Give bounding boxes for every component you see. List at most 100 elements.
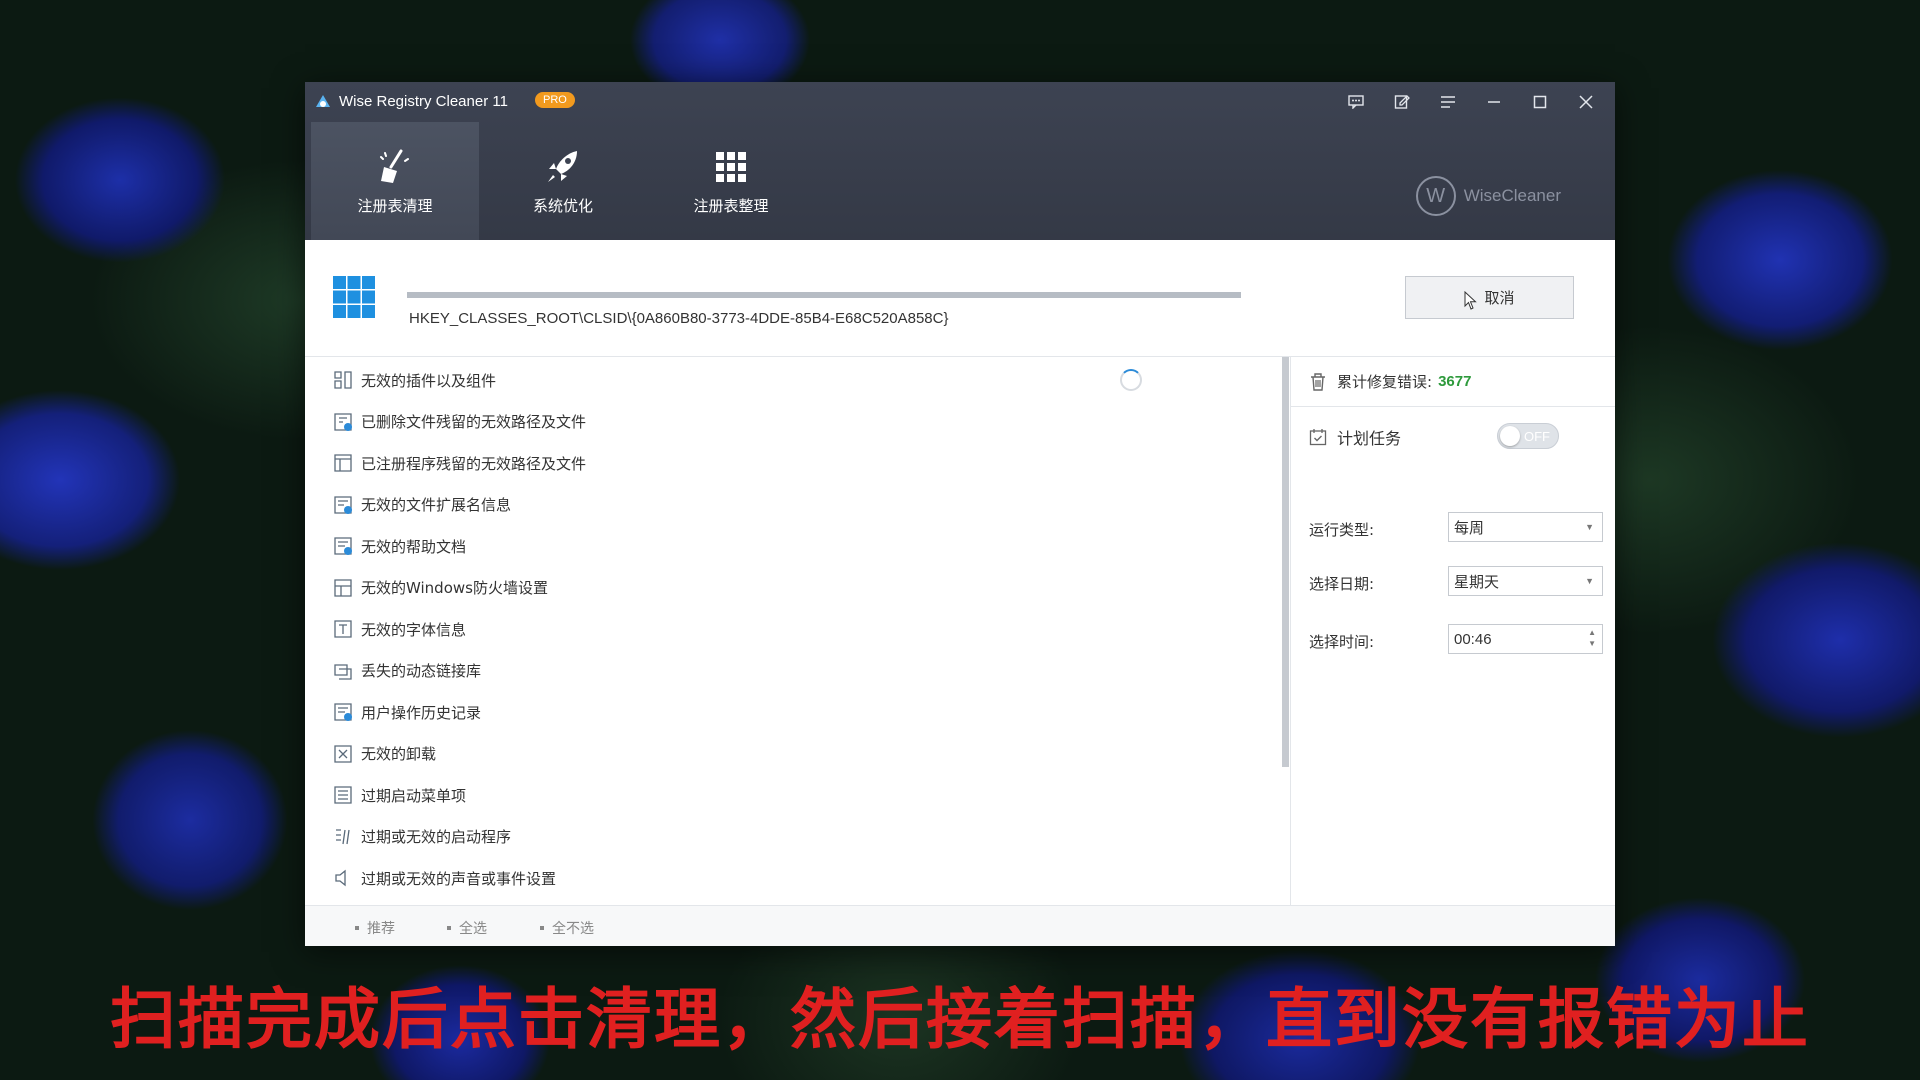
- category-list: 无效的插件以及组件已删除文件残留的无效路径及文件 已注册程序残留的无效路径及文件无…: [305, 357, 1282, 905]
- category-label: 过期或无效的声音或事件设置: [361, 869, 557, 888]
- chevron-down-icon: ▼: [1585, 522, 1594, 532]
- category-item[interactable]: 无效的字体信息: [333, 612, 466, 646]
- category-item[interactable]: 过期或无效的声音或事件设置: [333, 861, 556, 895]
- cancel-button[interactable]: 取消: [1405, 276, 1574, 319]
- category-icon: [333, 661, 353, 681]
- minimize-icon[interactable]: [1473, 86, 1515, 118]
- category-label: 已注册程序残留的无效路径及文件: [361, 454, 587, 473]
- category-icon: [333, 702, 353, 722]
- select-none-label: 全不选: [552, 921, 594, 937]
- title-row: Wise Registry Cleaner 11 PRO: [305, 82, 1615, 122]
- category-label: 无效的字体信息: [361, 620, 467, 639]
- scan-path: HKEY_CLASSES_ROOT\CLSID\{0A860B80-3773-4…: [409, 310, 949, 327]
- category-icon: [333, 619, 353, 639]
- grid-icon: [716, 151, 746, 182]
- category-item[interactable]: 用户操作历史记录: [333, 695, 481, 729]
- run-type-value: 每周: [1454, 519, 1485, 537]
- category-item[interactable]: 过期启动菜单项: [333, 778, 466, 812]
- time-label: 选择时间:: [1309, 633, 1375, 651]
- scan-header: HKEY_CLASSES_ROOT\CLSID\{0A860B80-3773-4…: [305, 240, 1615, 357]
- tab-registry-defrag[interactable]: 注册表整理: [647, 122, 815, 240]
- category-icon: [333, 495, 353, 515]
- select-recommended-link[interactable]: 推荐: [355, 918, 395, 938]
- category-item[interactable]: 无效的插件以及组件: [333, 363, 496, 397]
- category-icon: [333, 785, 353, 805]
- category-label: 丢失的动态链接库: [361, 662, 482, 680]
- total-errors-label: 累计修复错误:: [1337, 373, 1433, 391]
- feedback-icon[interactable]: [1381, 86, 1423, 118]
- total-errors-count: 3677: [1438, 373, 1472, 390]
- broom-icon: [380, 149, 409, 183]
- bullet-icon: [447, 926, 451, 930]
- app-title: Wise Registry Cleaner 11: [339, 93, 508, 110]
- schedule-toggle[interactable]: OFF: [1497, 423, 1559, 449]
- select-all-label: 全选: [459, 921, 487, 937]
- video-caption: 扫描完成后点击清理，然后接着扫描，直到没有报错为止: [110, 981, 1810, 1058]
- maximize-icon[interactable]: [1519, 86, 1561, 118]
- bullet-icon: [540, 926, 544, 930]
- chevron-down-icon: ▼: [1585, 576, 1594, 586]
- category-item[interactable]: 无效的文件扩展名信息: [333, 488, 511, 522]
- run-type-select[interactable]: 每周 ▼: [1448, 512, 1603, 542]
- select-none-link[interactable]: 全不选: [540, 918, 594, 938]
- app-logo-icon: [316, 95, 330, 107]
- brand-name: WiseCleaner: [1463, 186, 1561, 205]
- category-item[interactable]: 无效的卸载: [333, 737, 436, 771]
- run-type-label: 运行类型:: [1309, 521, 1375, 539]
- category-item[interactable]: 无效的帮助文档: [333, 529, 466, 563]
- spin-arrows-icon[interactable]: ▲ ▼: [1588, 627, 1596, 649]
- category-label: 无效的Windows防火墙设置: [361, 579, 548, 597]
- schedule-label: 计划任务: [1337, 429, 1402, 448]
- category-label: 无效的文件扩展名信息: [361, 496, 512, 514]
- tab-label: 注册表清理: [357, 196, 433, 215]
- toggle-state: OFF: [1524, 428, 1550, 444]
- category-icon: [333, 412, 353, 432]
- category-item[interactable]: 丢失的动态链接库: [333, 654, 481, 688]
- rocket-icon: [548, 150, 577, 182]
- toggle-knob: [1500, 426, 1520, 446]
- total-errors-row: 累计修复错误: 3677: [1291, 357, 1615, 407]
- category-icon: [333, 744, 353, 764]
- category-item[interactable]: 无效的Windows防火墙设置: [333, 571, 548, 605]
- category-label: 已删除文件残留的无效路径及文件: [361, 413, 587, 431]
- bullet-icon: [355, 926, 359, 930]
- cancel-label: 取消: [1484, 289, 1515, 307]
- recommended-label: 推荐: [367, 921, 395, 937]
- tab-system-optimize[interactable]: 系统优化: [479, 122, 647, 240]
- category-label: 过期启动菜单项: [361, 786, 467, 805]
- scan-progress-bar: [407, 292, 1241, 298]
- category-label: 用户操作历史记录: [361, 703, 482, 722]
- main-nav: 注册表清理 系统优化 注册表整理: [311, 122, 815, 240]
- windows-logo-icon: [333, 276, 375, 318]
- app-window: Wise Registry Cleaner 11 PRO 注册表清理 系统优化 …: [305, 82, 1615, 946]
- menu-icon[interactable]: [1427, 86, 1469, 118]
- time-value: 00:46: [1454, 630, 1492, 648]
- category-item[interactable]: 已删除文件残留的无效路径及文件: [333, 405, 586, 439]
- tab-registry-cleaner[interactable]: 注册表清理: [311, 122, 479, 240]
- wisecleaner-logo-icon: W: [1415, 176, 1456, 216]
- message-icon[interactable]: [1335, 86, 1377, 118]
- schedule-row: 计划任务 OFF: [1309, 423, 1599, 451]
- trash-icon: [1311, 372, 1325, 391]
- category-label: 无效的卸载: [361, 745, 437, 763]
- loading-spinner-icon: [1120, 369, 1142, 391]
- side-panel: 累计修复错误: 3677 计划任务 OFF 运行类型: 每周 ▼ 选择日期: 星…: [1291, 357, 1615, 905]
- category-item[interactable]: 已注册程序残留的无效路径及文件: [333, 446, 586, 480]
- category-item[interactable]: 过期或无效的启动程序: [333, 820, 511, 854]
- wisecleaner-brand[interactable]: W WiseCleaner: [1415, 176, 1561, 216]
- date-label: 选择日期:: [1309, 575, 1375, 593]
- category-icon: [333, 453, 353, 473]
- category-label: 过期或无效的启动程序: [361, 828, 512, 846]
- cursor-icon: [1464, 290, 1478, 310]
- pro-badge: PRO: [535, 92, 575, 108]
- footer: 推荐 全选 全不选: [305, 905, 1615, 946]
- calendar-check-icon: [1309, 429, 1327, 446]
- date-select[interactable]: 星期天 ▼: [1448, 566, 1603, 596]
- list-scrollbar[interactable]: [1282, 357, 1289, 767]
- select-all-link[interactable]: 全选: [447, 918, 487, 938]
- time-stepper[interactable]: 00:46 ▲ ▼: [1448, 624, 1603, 654]
- title-bar: Wise Registry Cleaner 11 PRO 注册表清理 系统优化 …: [305, 82, 1615, 240]
- close-icon[interactable]: [1565, 86, 1607, 118]
- category-label: 无效的帮助文档: [361, 537, 467, 556]
- category-icon: [333, 578, 353, 598]
